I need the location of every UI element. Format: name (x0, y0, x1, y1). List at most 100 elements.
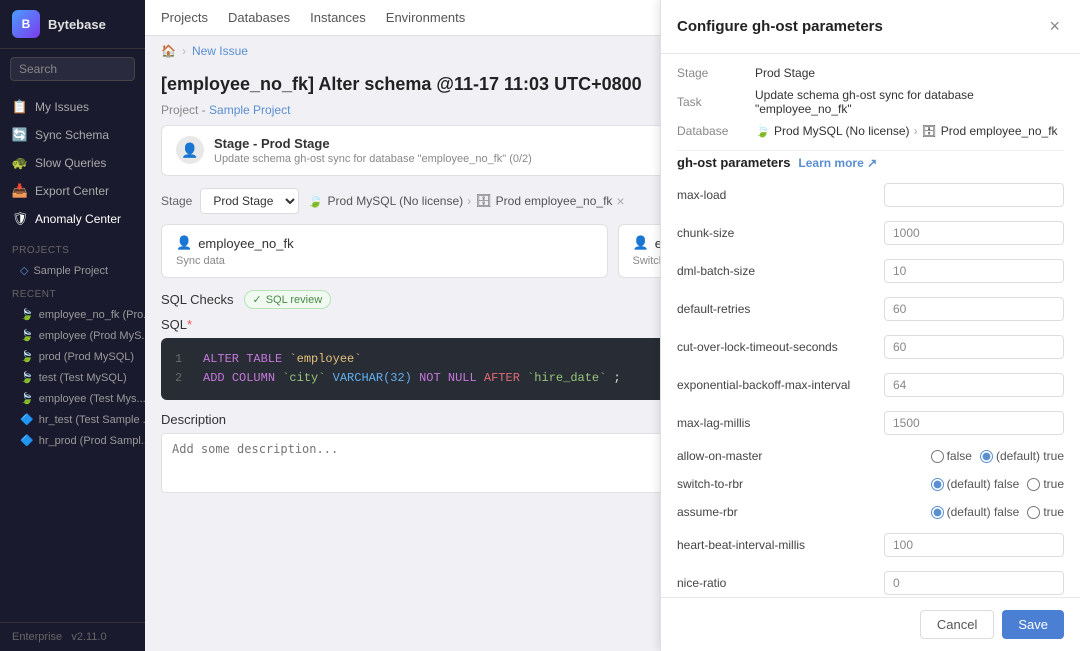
recent-item-6[interactable]: 🔷 hr_prod (Prod Sampl... (0, 430, 145, 451)
sidebar-footer: Enterprise v2.11.0 (0, 622, 145, 651)
sidebar: B Bytebase 📋 My Issues 🔄 Sync Schema 🐢 S… (0, 0, 145, 651)
db-icon: 🍃 (20, 350, 34, 363)
sync-card-1: 👤 employee_no_fk Sync data (161, 224, 608, 278)
nav-environments[interactable]: Environments (386, 8, 465, 27)
param-row-switch-to-rbr: switch-to-rbr (default) false true (677, 474, 1064, 494)
project-label: Sample Project (33, 265, 108, 277)
param-input-dml-batch-size[interactable] (884, 259, 1064, 283)
search-input[interactable] (10, 57, 135, 81)
sql-line-1-content: ALTER TABLE `employee` (203, 350, 361, 369)
stage-select[interactable]: Prod Stage (200, 188, 299, 214)
database-meta-label: Database (677, 124, 747, 138)
param-row-max-lag-millis: max-lag-millis (677, 408, 1064, 438)
meta-db-icon: 🍃 (755, 124, 770, 138)
save-button[interactable]: Save (1002, 610, 1064, 639)
sidebar-item-sync-schema[interactable]: 🔄 Sync Schema (0, 121, 145, 149)
recent-item-label: employee (Prod MyS... (39, 330, 145, 342)
param-input-default-retries[interactable] (884, 297, 1064, 321)
cancel-button[interactable]: Cancel (920, 610, 994, 639)
sync-card-1-title: employee_no_fk (198, 236, 293, 251)
meta-db-icon2: 🗄 (922, 124, 937, 138)
nav-instances[interactable]: Instances (310, 8, 366, 27)
sql-badge-text: SQL review (266, 294, 322, 306)
projects-section-label: Projects (0, 237, 145, 260)
param-input-chunk-size[interactable] (884, 221, 1064, 245)
task-meta-value: Update schema gh-ost sync for database "… (755, 88, 1064, 116)
radio-option-allow-on-master-0[interactable]: false (931, 449, 972, 463)
database-meta-value: 🍃 Prod MySQL (No license) › 🗄 Prod emplo… (755, 124, 1058, 138)
panel-footer: Cancel Save (661, 597, 1080, 651)
sidebar-item-my-issues[interactable]: 📋 My Issues (0, 93, 145, 121)
param-input-max-lag-millis[interactable] (884, 411, 1064, 435)
param-name-exponential-backoff-max-interval: exponential-backoff-max-interval (677, 378, 850, 392)
sidebar-item-label: Sync Schema (35, 128, 109, 142)
sidebar-item-label: My Issues (35, 100, 89, 114)
db-icon: 🔷 (20, 413, 34, 426)
stage-meta-value: Prod Stage (755, 66, 815, 80)
sidebar-item-label: Export Center (35, 184, 109, 198)
recent-item-3[interactable]: 🍃 test (Test MySQL) (0, 367, 145, 388)
project-icon: ◇ (20, 264, 28, 277)
radio-option-allow-on-master-1[interactable]: (default) true (980, 449, 1064, 463)
version-label: v2.11.0 (71, 631, 106, 643)
recent-item-4[interactable]: 🍃 employee (Test Mys... (0, 388, 145, 409)
configure-panel: Configure gh-ost parameters × Stage Prod… (660, 0, 1080, 651)
project-name-link[interactable]: Sample Project (209, 103, 290, 117)
learn-more-link[interactable]: Learn more ↗ (798, 156, 877, 170)
line-num-1: 1 (175, 350, 191, 369)
db-badge: 🍃 Prod MySQL (No license) › 🗄 Prod emplo… (307, 193, 624, 209)
param-name-default-retries: default-retries (677, 302, 750, 316)
param-input-nice-ratio[interactable] (884, 571, 1064, 595)
params-title-text: gh-ost parameters (677, 155, 790, 170)
slow-queries-icon: 🐢 (12, 155, 28, 171)
param-radios-allow-on-master: false (default) true (931, 449, 1064, 463)
home-icon[interactable]: 🏠 (161, 44, 176, 58)
recent-item-2[interactable]: 🍃 prod (Prod MySQL) (0, 346, 145, 367)
param-row-allow-on-master: allow-on-master false (default) true (677, 446, 1064, 466)
db-name-icon: 🗄 (475, 193, 492, 209)
meta-db-name: Prod MySQL (No license) (774, 124, 910, 138)
plan-label: Enterprise (12, 631, 62, 643)
sidebar-project-sample[interactable]: ◇ Sample Project (0, 260, 145, 281)
param-radios-assume-rbr: (default) false true (931, 505, 1064, 519)
radio-option-switch-to-rbr-0[interactable]: (default) false (931, 477, 1020, 491)
nav-databases[interactable]: Databases (228, 8, 290, 27)
param-input-exponential-backoff-max-interval[interactable] (884, 373, 1064, 397)
sidebar-item-slow-queries[interactable]: 🐢 Slow Queries (0, 149, 145, 177)
user-icon-1: 👤 (176, 235, 192, 251)
anomaly-center-icon: 🛡 (12, 211, 28, 227)
db-close-icon: × (616, 193, 624, 209)
panel-meta: Stage Prod Stage Task Update schema gh-o… (677, 66, 1064, 138)
sync-card-1-sub: Sync data (176, 255, 593, 267)
db-icon: 🍃 (20, 308, 34, 321)
param-name-allow-on-master: allow-on-master (677, 449, 762, 463)
search-container (0, 49, 145, 89)
recent-item-0[interactable]: 🍃 employee_no_fk (Pro... (0, 304, 145, 325)
recent-item-5[interactable]: 🔷 hr_test (Test Sample ... (0, 409, 145, 430)
radio-option-assume-rbr-1[interactable]: true (1027, 505, 1064, 519)
param-row-heart-beat-interval-millis: heart-beat-interval-millis (677, 530, 1064, 560)
db-icon: 🔷 (20, 434, 34, 447)
sidebar-item-label: Anomaly Center (35, 212, 121, 226)
db-icon: 🍃 (20, 371, 34, 384)
sidebar-item-anomaly-center[interactable]: 🛡 Anomaly Center (0, 205, 145, 233)
param-name-max-load: max-load (677, 188, 726, 202)
nav-projects[interactable]: Projects (161, 8, 208, 27)
radio-option-assume-rbr-0[interactable]: (default) false (931, 505, 1020, 519)
recent-item-1[interactable]: 🍃 employee (Prod MyS... (0, 325, 145, 346)
param-input-heart-beat-interval-millis[interactable] (884, 533, 1064, 557)
sql-line-2-content: ADD COLUMN `city` VARCHAR(32) NOT NULL A… (203, 369, 621, 388)
param-input-max-load[interactable] (884, 183, 1064, 207)
radio-option-switch-to-rbr-1[interactable]: true (1027, 477, 1064, 491)
meta-db-arrow: › (914, 124, 918, 138)
params-container: max-loadchunk-sizedml-batch-sizedefault-… (677, 180, 1064, 597)
meta-database-row: Database 🍃 Prod MySQL (No license) › 🗄 P… (677, 124, 1064, 138)
panel-close-button[interactable]: × (1045, 14, 1064, 39)
sidebar-item-export-center[interactable]: 📥 Export Center (0, 177, 145, 205)
param-input-cut-over-lock-timeout-seconds[interactable] (884, 335, 1064, 359)
db-mysql-icon: 🍃 (307, 193, 323, 209)
meta-stage-row: Stage Prod Stage (677, 66, 1064, 80)
stage-label: Stage (161, 194, 192, 208)
breadcrumb-current[interactable]: New Issue (192, 44, 248, 58)
param-row-exponential-backoff-max-interval: exponential-backoff-max-interval (677, 370, 1064, 400)
